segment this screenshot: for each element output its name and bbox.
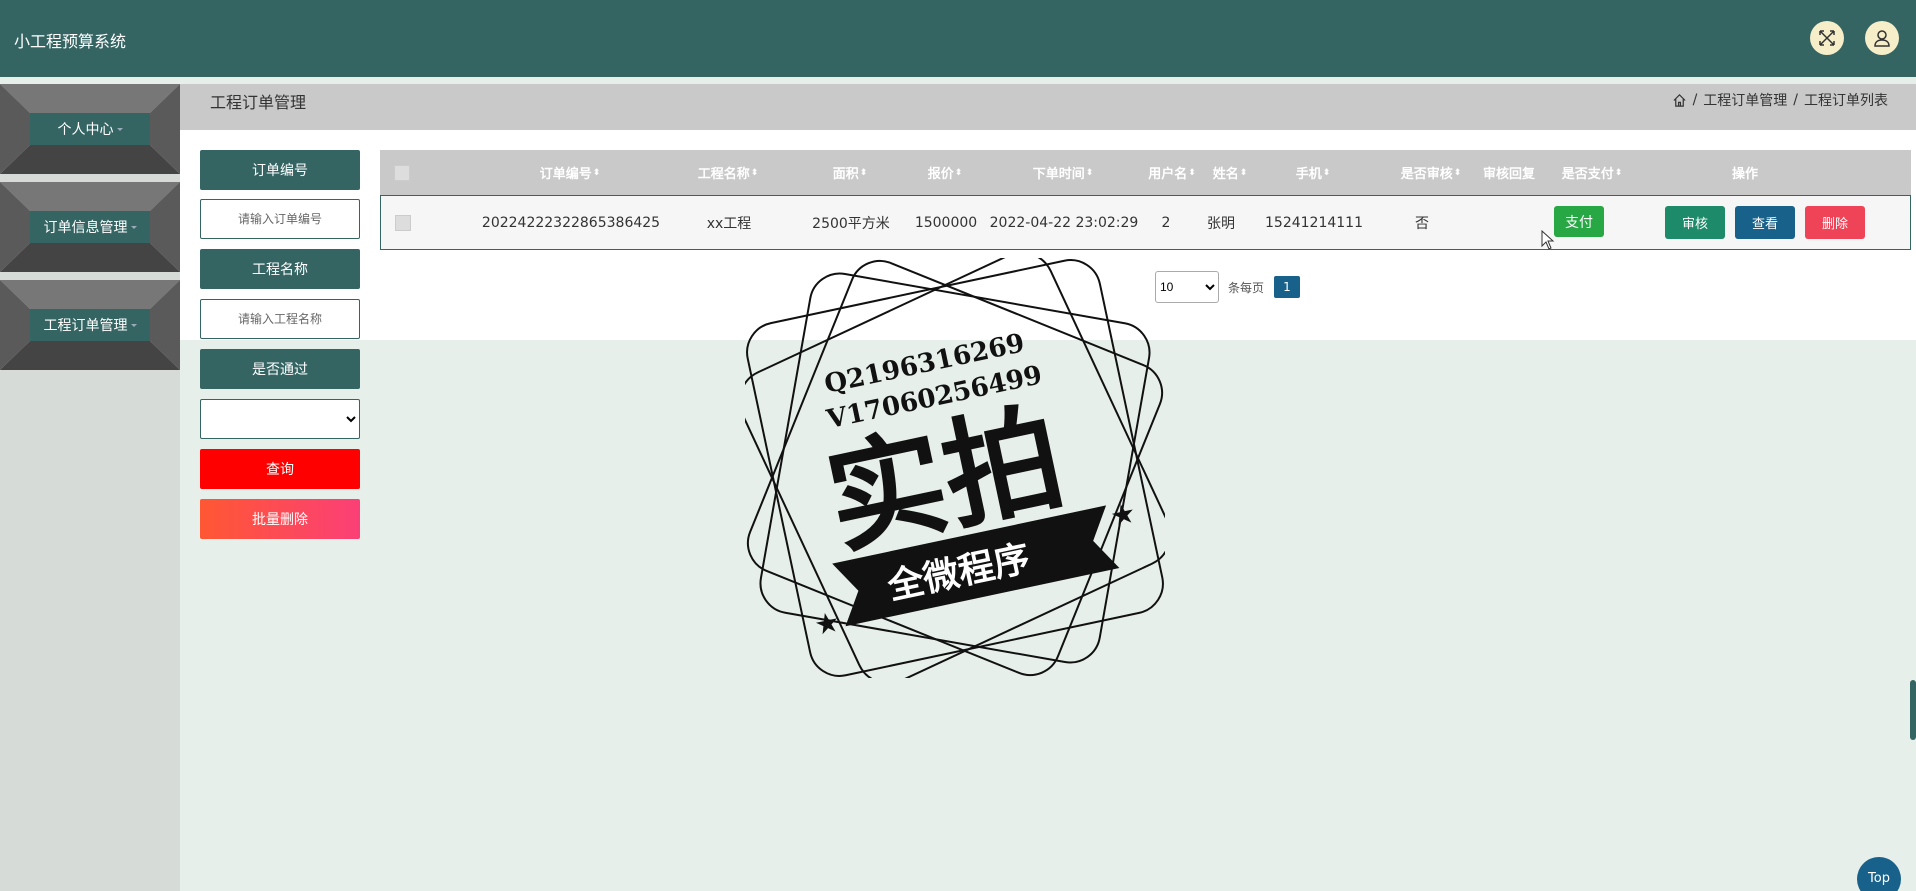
page-number-button[interactable]: 1 (1274, 276, 1300, 298)
sidebar-item-label: 订单信息管理 (43, 220, 128, 236)
breadcrumb-item: 工程订单列表 (1804, 93, 1888, 109)
page-title: 工程订单管理 (210, 93, 307, 112)
project-name-label: 工程名称 (200, 249, 360, 289)
sort-icon: ⬍ (954, 167, 963, 178)
review-button[interactable]: 审核 (1665, 206, 1725, 239)
cell-phone: 15241214111 (1265, 214, 1363, 231)
col-label: 面积 (832, 167, 859, 182)
fullscreen-icon (1819, 30, 1835, 46)
sidebar-item-order-info[interactable]: 订单信息管理 (0, 182, 180, 272)
sort-icon: ⬍ (750, 167, 759, 178)
caret-down-icon (130, 323, 137, 327)
table-row: 20224222322865386425 xx工程 2500平方米 150000… (380, 195, 1911, 250)
col-order-no[interactable]: 订单编号 ⬍ (458, 150, 682, 195)
scrollbar-handle[interactable] (1910, 680, 1916, 740)
sidebar-item-label: 工程订单管理 (43, 318, 128, 334)
user-button[interactable] (1865, 21, 1899, 55)
query-button[interactable]: 查询 (200, 449, 360, 489)
per-page-text: 条每页 (1228, 281, 1265, 295)
home-icon[interactable] (1672, 93, 1687, 108)
order-no-input[interactable] (200, 199, 360, 239)
col-label: 工程名称 (697, 167, 750, 182)
row-checkbox[interactable] (395, 214, 411, 231)
sort-icon: ⬍ (1322, 167, 1331, 178)
col-label: 操作 (1731, 167, 1758, 182)
sidebar-item-label-wrap: 个人中心 (30, 113, 150, 145)
app-title: 小工程预算系统 (14, 32, 127, 51)
sidebar-item-project-orders[interactable]: 工程订单管理 (0, 280, 180, 370)
order-no-label: 订单编号 (200, 150, 360, 190)
sort-icon: ⬍ (859, 167, 868, 178)
project-name-input[interactable] (200, 299, 360, 339)
cell-reviewed: 否 (1415, 215, 1429, 232)
passed-select[interactable] (200, 399, 360, 439)
col-label: 报价 (927, 167, 954, 182)
mouse-cursor-icon (1541, 230, 1555, 250)
table-header: 订单编号 ⬍ 工程名称 ⬍ 面积 ⬍ 报价 ⬍ 下单时间 ⬍ 用户名 ⬍ 姓名 ⬍ 手机 ⬍ 是… (380, 150, 1911, 195)
page-header: 工程订单管理 / 工程订单管理 / 工程订单列表 (180, 84, 1916, 130)
sidebar-item-label-wrap: 订单信息管理 (30, 211, 150, 243)
col-label: 用户名 (1148, 167, 1188, 182)
caret-down-icon (116, 127, 123, 131)
cell-order-no: 20224222322865386425 (481, 214, 661, 231)
col-label: 手机 (1295, 167, 1322, 182)
col-project-name[interactable]: 工程名称 ⬍ (652, 150, 804, 195)
sidebar-item-label: 个人中心 (57, 122, 114, 138)
row-select-cell (381, 196, 425, 249)
user-icon (1874, 30, 1890, 47)
breadcrumb-item[interactable]: 工程订单管理 (1703, 90, 1787, 110)
sidebar: 个人中心 订单信息管理 工程订单管理 (0, 84, 180, 891)
fullscreen-button[interactable] (1810, 21, 1844, 55)
sidebar-item-label-wrap: 工程订单管理 (30, 309, 150, 341)
breadcrumb-sep: / (1793, 92, 1798, 108)
watermark-stamp: Q2196316269 V17060256499 实拍 全微程序 ★ ★ (745, 258, 1165, 678)
batch-delete-button[interactable]: 批量删除 (200, 499, 360, 539)
col-label: 姓名 (1212, 167, 1239, 182)
back-to-top-button[interactable]: Top (1857, 857, 1901, 891)
caret-down-icon (130, 225, 137, 229)
col-actions: 操作 (1595, 150, 1895, 195)
cell-project-name: xx工程 (706, 215, 752, 232)
breadcrumb-sep: / (1692, 92, 1698, 108)
breadcrumb: / 工程订单管理 / 工程订单列表 (1672, 90, 1888, 110)
sort-icon: ⬍ (592, 167, 601, 178)
sidebar-item-personal-center[interactable]: 个人中心 (0, 84, 180, 174)
pay-button[interactable]: 支付 (1554, 206, 1604, 237)
col-label: 是否审核 (1400, 167, 1453, 182)
select-all-cell (380, 150, 424, 195)
col-phone[interactable]: 手机 ⬍ (1243, 150, 1383, 195)
star-icon: ★ (811, 605, 842, 642)
view-button[interactable]: 查看 (1735, 206, 1795, 239)
sort-icon: ⬍ (1085, 167, 1094, 178)
col-label: 订单编号 (539, 167, 592, 182)
passed-label: 是否通过 (200, 349, 360, 389)
star-icon: ★ (1107, 496, 1138, 533)
select-all-checkbox[interactable] (394, 164, 410, 181)
col-label: 下单时间 (1032, 167, 1085, 182)
top-header: 小工程预算系统 (0, 0, 1916, 77)
delete-button[interactable]: 删除 (1805, 206, 1865, 239)
